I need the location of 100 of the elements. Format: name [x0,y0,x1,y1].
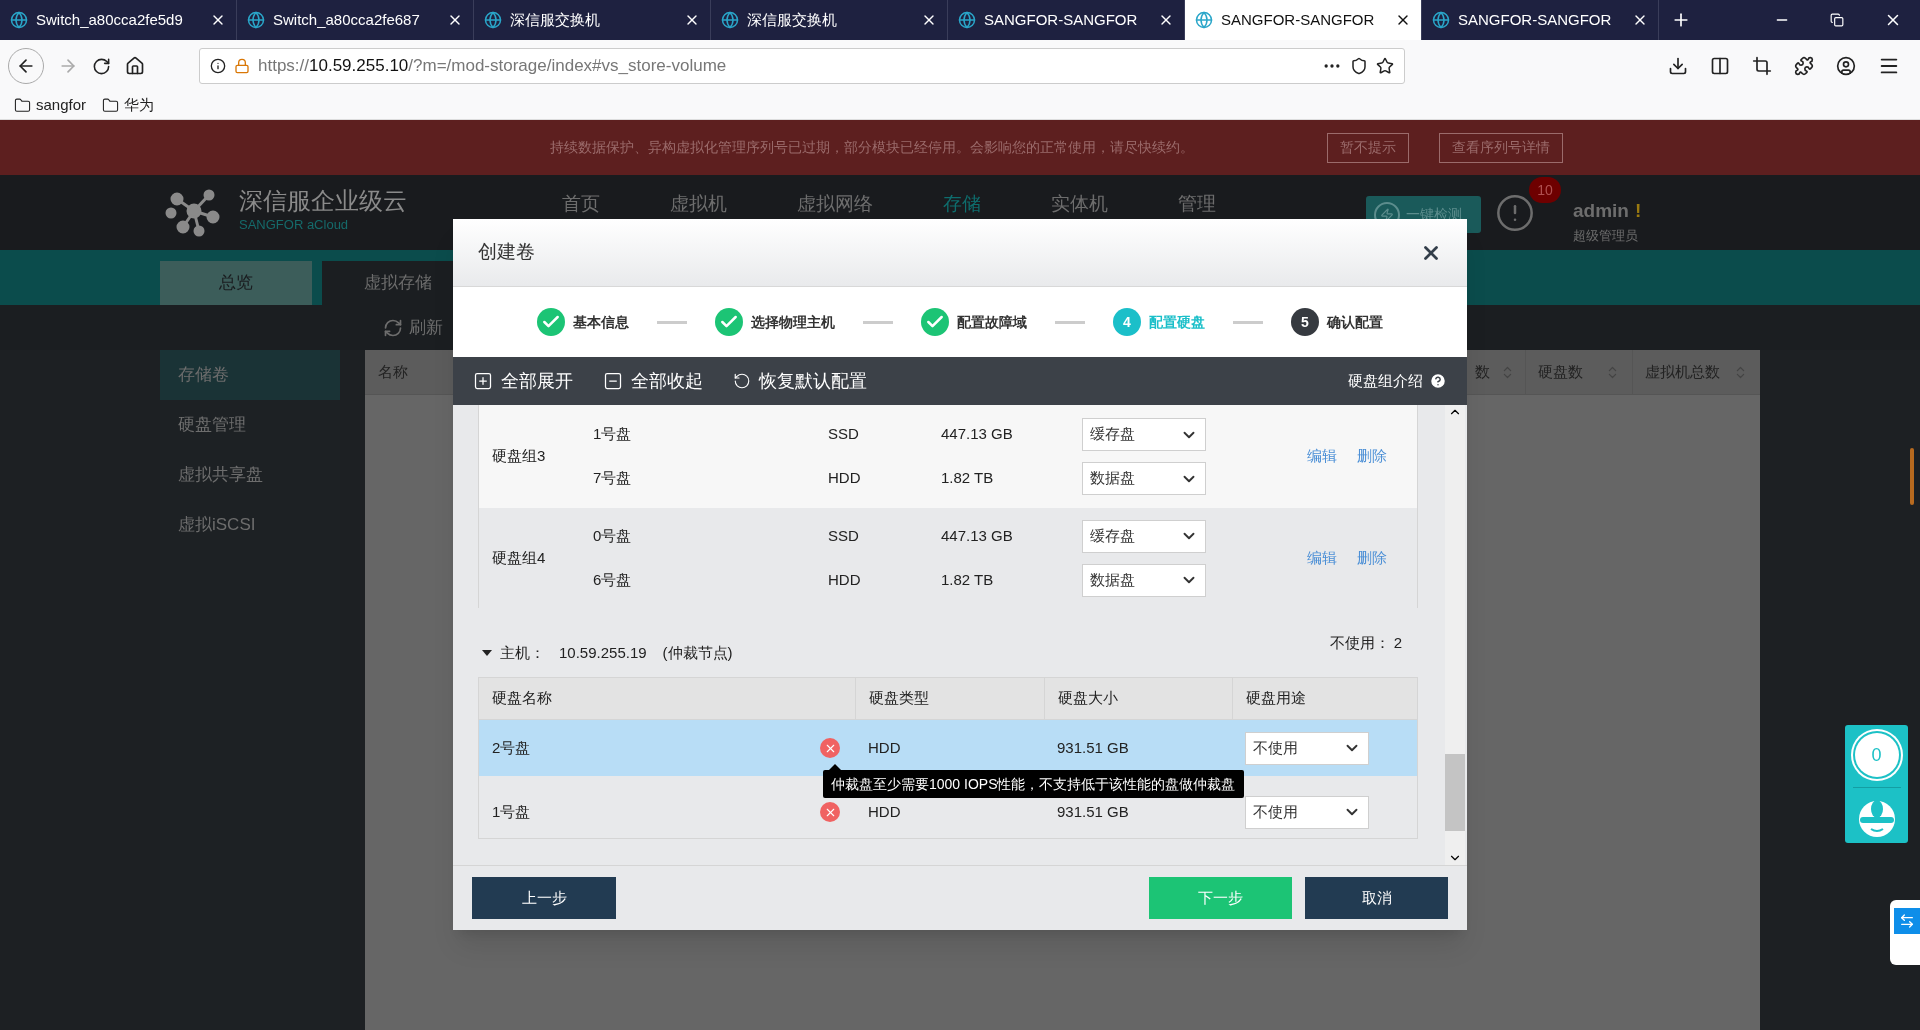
disk-type: HDD [867,801,902,822]
disk-size: 447.13 GB [941,525,1014,546]
error-icon[interactable] [820,738,840,758]
disk-size: 931.51 GB [1056,737,1130,758]
column-header: 数 [1475,361,1490,382]
reload-icon[interactable] [92,56,111,76]
disk-role-select[interactable]: 数据盘 [1082,462,1206,495]
column-header: 硬盘大小 [1058,688,1118,709]
user-warning: ! [1634,199,1642,223]
disk-size: 1.82 TB [941,569,995,590]
host-note: (仲裁节点) [662,642,733,663]
step-number: 5 [1291,308,1319,336]
crop-icon[interactable] [1752,56,1772,76]
disk-name: 1号盘 [593,424,633,445]
refresh-icon [383,317,403,338]
globe-icon [1432,11,1450,29]
disk-name: 1号盘 [492,801,531,822]
toolbar-action[interactable]: 恢复默认配置 [733,367,867,395]
disk-name: 6号盘 [593,569,633,590]
sidebar-icon[interactable] [1710,56,1730,76]
column-header: 虚拟机总数 [1645,361,1720,382]
globe-icon [10,11,28,29]
globe-icon [721,11,739,29]
remote-tab[interactable] [1890,900,1920,965]
column-header: 硬盘类型 [869,688,929,709]
browser-tab[interactable]: SANGFOR-SANGFOR [1185,0,1422,40]
star-icon[interactable] [1376,57,1394,75]
tab-title: SANGFOR-SANGFOR [984,9,1139,30]
column-header: 硬盘数 [1538,361,1583,382]
error-tooltip: 仲裁盘至少需要1000 IOPS性能，不支持低于该性能的盘做仲裁盘 [823,770,1244,798]
info-icon [210,58,226,74]
scrollbar[interactable] [1445,405,1465,865]
disk-type: HDD [828,468,862,489]
url-field[interactable]: https://10.59.255.10/?m=/mod-storage/index#vs_store-volume [199,48,1405,84]
disk-type: HDD [867,737,902,758]
scrollbar-thumb[interactable] [1445,754,1465,831]
puzzle-icon[interactable] [1794,56,1814,76]
url-text: https://10.59.255.10/?m=/mod-storage/index#vs_store-volume [258,55,728,78]
step-label: 配置故障域 [957,312,1027,332]
step-label: 配置硬盘 [1149,312,1205,332]
group-name: 硬盘组4 [491,547,547,568]
folder-icon [14,97,31,114]
tab-title: 深信服交换机 [510,9,601,30]
disk-type: SSD [828,525,860,546]
disk-size: 447.13 GB [941,424,1014,445]
disk-role-select[interactable]: 缓存盘 [1082,418,1206,451]
host-address: 10.59.255.19 [559,642,647,663]
home-icon[interactable] [125,56,145,76]
lock-icon [234,58,250,74]
download-icon[interactable] [1668,56,1688,76]
globe-icon [958,11,976,29]
step-number: 4 [1113,308,1141,336]
disk-role-select[interactable]: 不使用 [1245,731,1369,765]
account-icon[interactable] [1836,56,1856,76]
tab-title: SANGFOR-SANGFOR [1221,9,1376,30]
scrollbar-thumb[interactable] [1910,448,1914,505]
dialog-title: 创建卷 [478,240,535,265]
toolbar-action[interactable]: 全部收起 [603,367,703,395]
globe-icon [484,11,502,29]
caret-icon[interactable] [482,649,492,656]
disk-name: 2号盘 [492,737,531,758]
cancel-button[interactable]: 取消 [1305,877,1448,919]
user-role: 超级管理员 [1573,226,1639,245]
help-link[interactable]: 硬盘组介绍 [1348,369,1447,393]
banner-message: 持续数据保护、异构虚拟化管理序列号已过期，部分模块已经停用。会影响您的正常使用，请尽快续约。 [550,138,1194,157]
disk-role-select[interactable]: 数据盘 [1082,563,1206,597]
back-button[interactable]: 上一步 [472,877,616,919]
error-icon[interactable] [820,802,840,822]
unused-count: 2 [1393,632,1402,653]
column-header: 名称 [378,361,408,382]
disk-name: 0号盘 [593,525,633,546]
restore-icon[interactable] [1830,13,1844,27]
help-icon [1429,372,1447,390]
collapse-icon [603,371,623,391]
reset-icon [733,372,751,390]
group-name: 硬盘组3 [491,446,547,467]
disk-type: HDD [828,569,862,590]
globe-icon [1195,11,1213,29]
disk-size: 931.51 GB [1056,801,1130,822]
column-header: 硬盘用途 [1246,688,1306,709]
bookmark[interactable]: sangfor [14,94,87,117]
disk-type: SSD [828,424,860,445]
host-label: 主机： [500,642,545,663]
tab-title: SANGFOR-SANGFOR [1458,9,1613,30]
disk-role-select[interactable]: 不使用 [1245,795,1369,829]
folder-icon [102,97,120,114]
brand-name: 深信服企业级云 [239,187,407,216]
tab-title: Switch_a80cca2fe687 [273,9,421,30]
unused-label: 不使用： [1329,632,1390,653]
tab-title: Switch_a80cca2fe5d9 [36,9,184,30]
arrows-icon [1899,913,1915,929]
toolbar-action[interactable]: 全部展开 [473,367,573,395]
disk-role-select[interactable]: 缓存盘 [1082,519,1206,553]
shield-icon[interactable] [1350,57,1368,75]
tab-title: 深信服交换机 [747,9,838,30]
column-header: 硬盘名称 [492,688,552,709]
bookmark[interactable]: 华为 [102,94,155,117]
step-label: 确认配置 [1327,312,1383,332]
disk-name: 7号盘 [593,468,633,489]
alert-icon[interactable] [1495,193,1535,233]
